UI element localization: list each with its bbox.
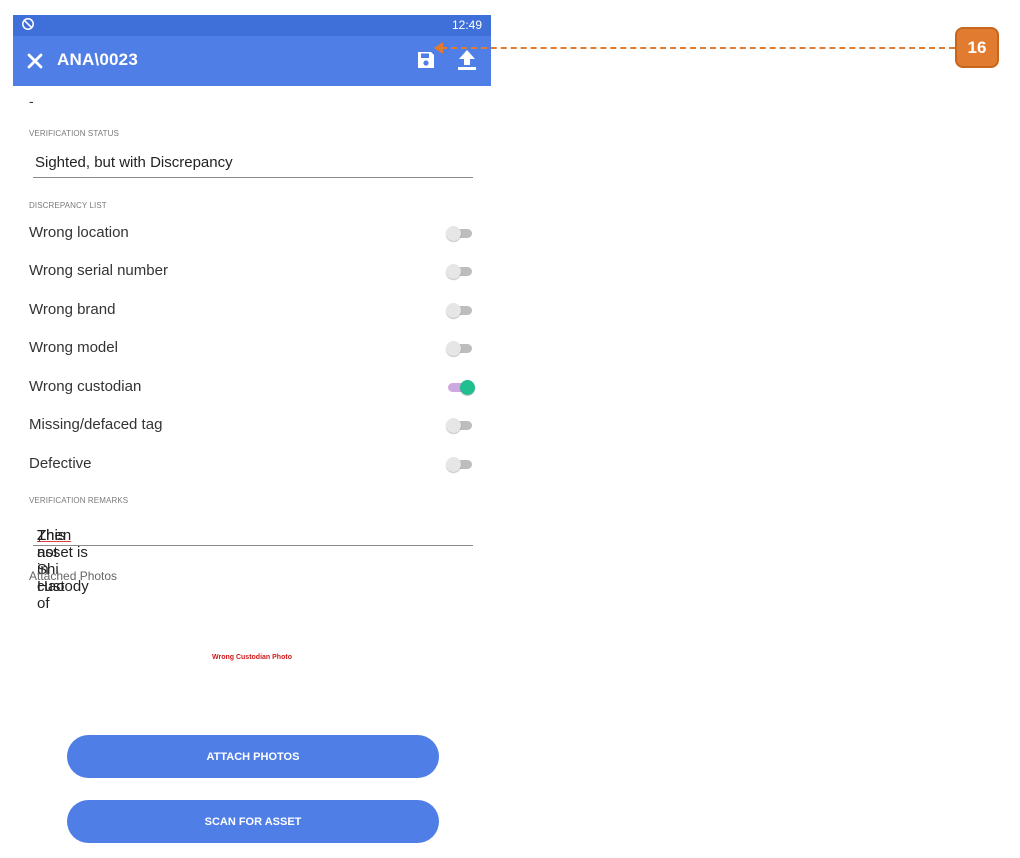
discrepancy-row: Wrong brand [29,295,474,323]
status-time: 12:49 [451,18,482,32]
discrepancy-label: Wrong custodian [29,378,142,395]
wrong-custodian-toggle[interactable] [446,380,475,395]
close-icon[interactable] [25,51,45,71]
scan-for-asset-button[interactable]: SCAN FOR ASSET [67,800,439,843]
wrong-serial-number-toggle[interactable] [446,264,474,279]
attached-photo-placeholder[interactable]: Wrong Custodian Photo [13,654,491,661]
record-title: ANA\0023 [57,50,138,69]
upload-icon[interactable] [456,48,478,72]
discrepancy-row: Wrong model [29,333,474,361]
discrepancy-label: Wrong brand [29,301,116,318]
wrong-brand-toggle[interactable] [446,303,474,318]
verification-remarks-label: VERIFICATION REMARKS [29,496,129,505]
status-bar: 12:49 [13,15,491,36]
discrepancy-label: Wrong location [29,224,129,241]
discrepancy-label: Wrong model [29,339,118,356]
attach-photos-button[interactable]: ATTACH PHOTOS [67,735,439,778]
verification-remarks-field[interactable]: This asset is in custody of Zhen Zhi, no… [33,517,473,612]
subtitle-dash: - [29,93,34,109]
discrepancy-list-label: DISCREPANCY LIST [29,201,107,210]
app-screen: 12:49 ANA\0023 - VERIFICATION STATUS Sig… [13,15,491,858]
discrepancy-row: Wrong location [29,218,474,246]
verification-status-label: VERIFICATION STATUS [29,129,119,138]
app-bar: ANA\0023 [13,36,491,86]
discrepancy-row: Defective [29,449,474,477]
save-icon[interactable] [416,50,436,70]
attached-photos-label: Attached Photos [29,569,118,583]
verification-status-value: Sighted, but with Discrepancy [35,154,233,171]
discrepancy-row: Missing/defaced tag [29,410,474,438]
discrepancy-label: Missing/defaced tag [29,416,163,433]
verification-status-field[interactable]: Sighted, but with Discrepancy [33,149,473,178]
wrong-model-toggle[interactable] [446,341,474,356]
callout-dashed-line [441,47,955,49]
discrepancy-label: Wrong serial number [29,262,168,279]
defective-toggle[interactable] [446,457,474,472]
missing-defaced-tag-toggle[interactable] [446,418,474,433]
discrepancy-row: Wrong serial number [29,256,474,284]
callout-step-badge: 16 [955,27,999,68]
discrepancy-label: Defective [29,455,92,472]
wrong-location-toggle[interactable] [446,226,474,241]
discrepancy-row: Wrong custodian [29,372,475,400]
sync-disabled-icon [22,18,34,30]
callout-arrow-icon [434,42,443,54]
